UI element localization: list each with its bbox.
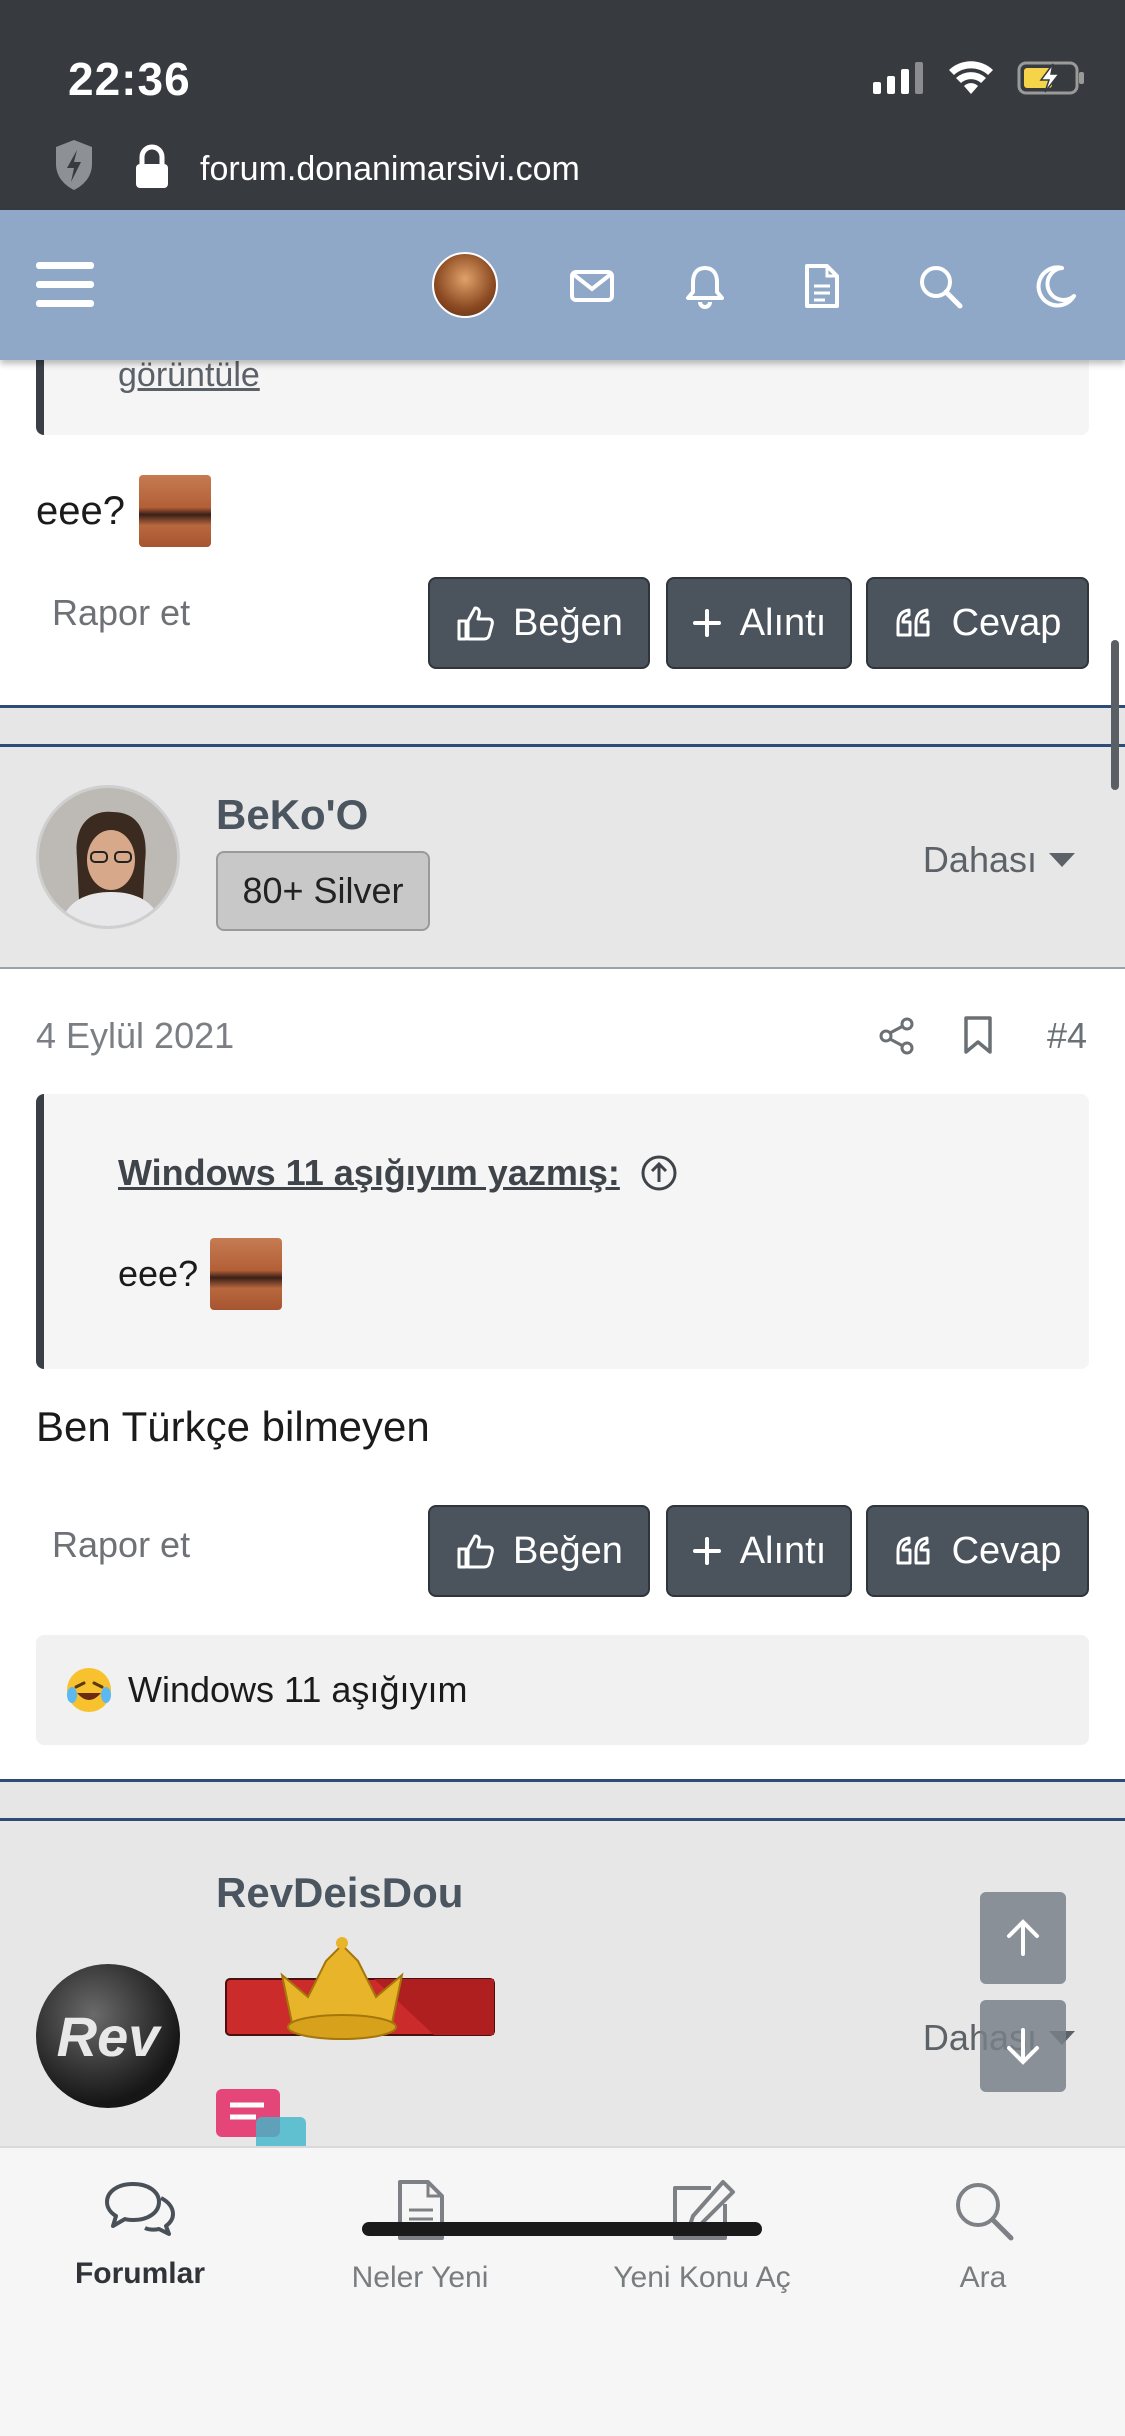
- thumbs-up-icon: [457, 1534, 494, 1569]
- wifi-icon: [949, 61, 993, 94]
- url-text[interactable]: forum.donanimarsivi.com: [200, 150, 580, 189]
- share-icon[interactable]: [878, 1017, 916, 1055]
- username[interactable]: BeKo'O: [216, 791, 368, 839]
- quote-author-link[interactable]: Windows 11 aşığıyım yazmış:: [118, 1152, 620, 1194]
- quote-block: Windows 11 aşığıyım yazmış: eee?: [36, 1094, 1089, 1369]
- like-label: Beğen: [513, 1529, 623, 1572]
- post-body: eee?: [36, 475, 211, 547]
- quote-label: Alıntı: [739, 1529, 827, 1572]
- arrow-down-icon: [1007, 2028, 1039, 2065]
- post-4: 4 Eylül 2021 #4 Windows 11 aşığıyım yazm…: [0, 969, 1125, 1779]
- more-menu[interactable]: Dahası: [923, 839, 1077, 881]
- status-bar: 22:36 forum.donanimarsivi.com: [0, 0, 1125, 210]
- menu-icon[interactable]: [36, 262, 94, 310]
- nav-label: Forumlar: [74, 2257, 206, 2290]
- lock-icon: [136, 144, 168, 188]
- forum-header: [0, 210, 1125, 360]
- post-gap: [0, 1782, 1125, 1818]
- nav-search[interactable]: Ara: [843, 2178, 1123, 2295]
- post-number[interactable]: #4: [1047, 1015, 1087, 1057]
- quote-tail-link[interactable]: görüntüle: [118, 356, 260, 395]
- quote-button[interactable]: Alıntı: [666, 1505, 852, 1597]
- nav-whats-new[interactable]: Neler Yeni: [280, 2178, 560, 2295]
- username[interactable]: RevDeisDou: [216, 1869, 463, 1917]
- url-bar[interactable]: forum.donanimarsivi.com: [0, 138, 1125, 198]
- reaction-user[interactable]: Windows 11 aşığıyım: [128, 1669, 467, 1711]
- document-icon[interactable]: [797, 262, 845, 310]
- quote-text: eee?: [118, 1253, 199, 1294]
- thumbs-up-icon: [457, 606, 494, 641]
- nav-new-thread[interactable]: Yeni Konu Aç: [562, 2178, 842, 2295]
- emoji-image: [210, 1238, 283, 1310]
- status-time: 22:36: [68, 53, 191, 105]
- avatar-text: Rev: [56, 2004, 160, 2068]
- report-link[interactable]: Rapor et: [52, 592, 190, 634]
- quote-marks-icon: [896, 608, 930, 637]
- laughing-emoji-icon: [67, 1668, 111, 1712]
- mail-icon[interactable]: [568, 262, 616, 310]
- report-link[interactable]: Rapor et: [52, 1524, 190, 1566]
- more-label: Dahası: [922, 839, 1037, 880]
- bottom-navigation: Forumlar Neler Yeni Yeni Konu Aç Ara: [0, 2146, 1125, 2436]
- nav-label: Neler Yeni: [351, 2261, 489, 2294]
- like-button[interactable]: Beğen: [428, 577, 650, 669]
- person-icon: [39, 788, 177, 926]
- bookmark-icon[interactable]: [962, 1015, 994, 1055]
- plus-icon: [692, 1537, 721, 1565]
- like-label: Beğen: [513, 601, 623, 644]
- dark-mode-icon[interactable]: [1032, 262, 1080, 310]
- nav-forums[interactable]: Forumlar: [0, 2178, 280, 2291]
- caret-down-icon: [1049, 853, 1075, 867]
- search-icon[interactable]: [916, 262, 964, 310]
- user-badge: 80+ Silver: [216, 851, 430, 931]
- post-text: eee?: [36, 488, 125, 533]
- arrow-up-icon: [1007, 1919, 1039, 1956]
- signal-icon: [873, 62, 923, 94]
- revdeis-avatar[interactable]: Rev: [36, 1964, 180, 2108]
- bell-icon[interactable]: [681, 262, 729, 310]
- quote-marks-icon: [896, 1536, 930, 1565]
- emoji-image: [138, 475, 211, 547]
- post-previous: görüntüle eee? Rapor et Beğen Alıntı Cev…: [0, 340, 1125, 705]
- reply-button[interactable]: Cevap: [866, 1505, 1089, 1597]
- user-avatar[interactable]: [432, 252, 498, 318]
- post-body: Ben Türkçe bilmeyen: [36, 1403, 430, 1450]
- post5-user-band: RevDeisDou Rev Dahası: [0, 1821, 1125, 2151]
- reply-label: Cevap: [951, 1529, 1062, 1572]
- quote-button[interactable]: Alıntı: [666, 577, 852, 669]
- search-icon: [956, 2183, 1014, 2241]
- chat-bubbles-icon: [105, 2182, 175, 2236]
- post4-user-band: BeKo'O 80+ Silver Dahası: [0, 747, 1125, 967]
- page-scrollbar[interactable]: [1111, 640, 1119, 790]
- home-indicator[interactable]: [362, 2222, 762, 2236]
- like-button[interactable]: Beğen: [428, 1505, 650, 1597]
- beko-avatar[interactable]: [36, 785, 180, 929]
- scroll-bottom-button[interactable]: [980, 2000, 1066, 2092]
- shield-icon: [56, 140, 92, 190]
- crown-banner-icon: [225, 1937, 495, 2040]
- scroll-top-button[interactable]: [980, 1892, 1066, 1984]
- battery-icon: [1017, 61, 1084, 95]
- arrow-up-circle-icon[interactable]: [640, 1154, 678, 1192]
- plus-icon: [692, 609, 721, 637]
- status-icons: [873, 60, 1087, 96]
- post-date[interactable]: 4 Eylül 2021: [36, 1015, 234, 1057]
- post-gap: [0, 708, 1125, 744]
- nav-label: Yeni Konu Aç: [613, 2261, 791, 2294]
- reply-button[interactable]: Cevap: [866, 577, 1089, 669]
- nav-label: Ara: [959, 2261, 1007, 2294]
- reactions-bar[interactable]: Windows 11 aşığıyım: [36, 1635, 1089, 1745]
- message-badge-icon: [216, 2089, 306, 2151]
- quote-label: Alıntı: [739, 601, 827, 644]
- quote-header: Windows 11 aşığıyım yazmış:: [118, 1152, 678, 1194]
- reply-label: Cevap: [951, 601, 1062, 644]
- quote-body: eee?: [118, 1238, 283, 1310]
